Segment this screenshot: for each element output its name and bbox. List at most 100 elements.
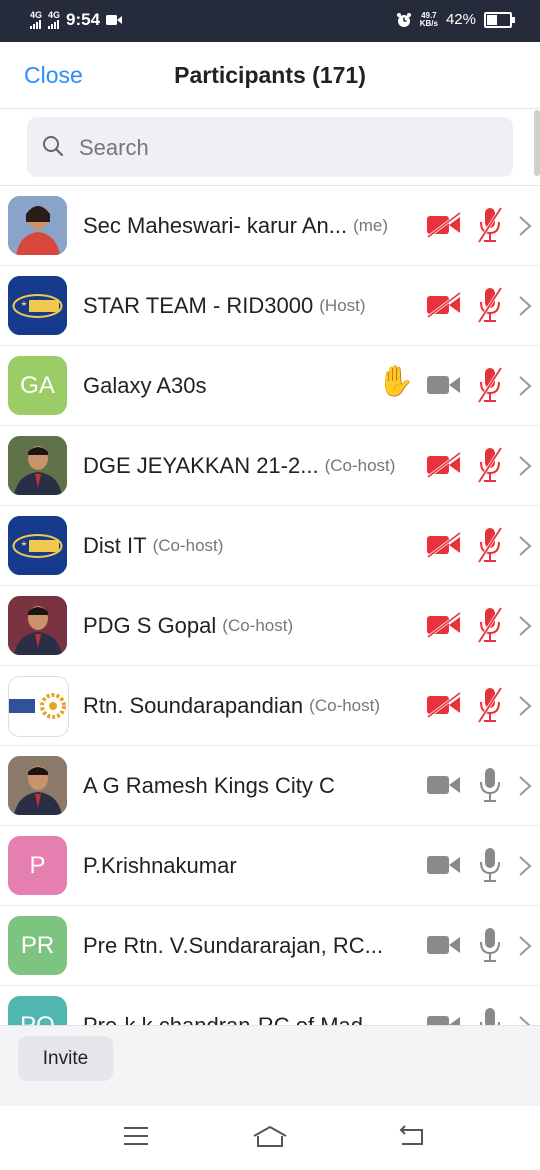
participant-row[interactable]: PR Pre Rtn. V.Sundararajan, RC...	[0, 906, 540, 986]
chevron-right-icon[interactable]	[518, 695, 532, 722]
participant-name-wrap: STAR TEAM - RID3000 (Host)	[83, 266, 413, 345]
participant-name: PDG S Gopal	[83, 612, 217, 638]
participant-name: DGE JEYAKKAN 21-2...	[83, 452, 319, 478]
video-camera-icon	[426, 852, 462, 883]
mic-muted-icon	[477, 686, 503, 729]
video-off-icon	[426, 451, 462, 483]
system-nav-bar	[0, 1106, 540, 1170]
participant-row[interactable]: GA Galaxy A30s ✋	[0, 346, 540, 426]
sim1-label: 4G	[30, 10, 43, 20]
signal-sim2-icon: 4G	[48, 11, 60, 29]
chevron-right-icon[interactable]	[518, 615, 532, 642]
participant-row[interactable]: P P.Krishnakumar	[0, 826, 540, 906]
avatar-initials: PR	[8, 916, 67, 975]
participant-name: Rtn. Soundarapandian	[83, 692, 304, 718]
microphone-icon	[477, 766, 503, 809]
avatar-initials: P	[8, 836, 67, 895]
participant-row[interactable]: DGE JEYAKKAN 21-2... (Co-host)	[0, 426, 540, 506]
home-icon[interactable]	[252, 1124, 288, 1150]
participant-name: Dist IT	[83, 532, 147, 558]
participant-name-wrap: Rtn. Soundarapandian (Co-host)	[83, 666, 413, 745]
search-box[interactable]	[27, 117, 513, 179]
participant-name-wrap: Galaxy A30s	[83, 346, 413, 425]
star-logo-icon	[8, 276, 67, 335]
sim2-label: 4G	[48, 10, 61, 20]
participant-name-wrap: DGE JEYAKKAN 21-2... (Co-host)	[83, 426, 413, 505]
participant-row[interactable]: STAR TEAM - RID3000 (Host)	[0, 266, 540, 346]
participant-row[interactable]: Sec Maheswari- karur An... (me)	[0, 186, 540, 266]
video-off-icon	[426, 531, 462, 563]
photo-man-icon	[8, 596, 67, 655]
participant-name: STAR TEAM - RID3000	[83, 292, 314, 318]
participant-name-wrap: Pre-k.k.chandran-RC of Mad...	[83, 986, 413, 1027]
status-bar: 4G 4G 9:54 49.7 KB/s 42%	[0, 0, 540, 42]
photo-man-icon	[8, 436, 67, 495]
video-camera-icon	[426, 372, 462, 403]
chevron-right-icon[interactable]	[518, 215, 532, 242]
menu-icon[interactable]	[122, 1124, 150, 1148]
participant-role: (Co-host)	[324, 455, 396, 475]
back-icon[interactable]	[398, 1124, 426, 1148]
star-logo-icon	[8, 516, 67, 575]
photo-man-icon	[8, 756, 67, 815]
signal-sim1-icon: 4G	[30, 11, 42, 29]
participant-name-wrap: Sec Maheswari- karur An... (me)	[83, 186, 413, 265]
microphone-icon	[477, 1006, 503, 1026]
participant-role: (Co-host)	[222, 615, 294, 635]
battery-icon	[484, 11, 515, 28]
participant-name: Galaxy A30s	[83, 372, 207, 398]
participant-list: Sec Maheswari- karur An... (me) STAR TEAM …	[0, 185, 540, 1026]
avatar-initials: P	[29, 851, 46, 879]
avatar-initials: GA	[20, 371, 55, 399]
participant-name-wrap: Dist IT (Co-host)	[83, 506, 413, 585]
participant-role: (me)	[353, 215, 389, 235]
mic-muted-icon	[477, 286, 503, 329]
participant-name-wrap: P.Krishnakumar	[83, 826, 413, 905]
participant-role: (Host)	[319, 295, 366, 315]
chevron-right-icon[interactable]	[518, 855, 532, 882]
participant-role: (Co-host)	[309, 695, 381, 715]
scrollbar-thumb[interactable]	[534, 110, 540, 176]
microphone-icon	[477, 846, 503, 889]
status-right: 49.7 KB/s 42%	[396, 11, 515, 28]
battery-percent: 42%	[445, 11, 476, 28]
video-off-icon	[426, 611, 462, 643]
page-title: Participants (171)	[174, 62, 366, 88]
chevron-right-icon[interactable]	[518, 295, 532, 322]
chevron-right-icon[interactable]	[518, 935, 532, 962]
mic-muted-icon	[477, 206, 503, 249]
clock: 9:54	[66, 10, 101, 29]
participant-row[interactable]: PDG S Gopal (Co-host)	[0, 586, 540, 666]
participant-row[interactable]: Dist IT (Co-host)	[0, 506, 540, 586]
search-input[interactable]	[77, 117, 501, 179]
photo-woman-icon	[8, 196, 67, 255]
participant-name: Sec Maheswari- karur An...	[83, 212, 348, 238]
chevron-right-icon[interactable]	[518, 455, 532, 482]
avatar-initials: PO	[20, 1011, 55, 1027]
raised-hand-icon: ✋	[377, 365, 415, 398]
invite-button[interactable]: Invite	[18, 1036, 113, 1081]
avatar-initials: PR	[20, 931, 55, 959]
chevron-right-icon[interactable]	[518, 775, 532, 802]
participant-name-wrap: PDG S Gopal (Co-host)	[83, 586, 413, 665]
mic-muted-icon	[477, 526, 503, 569]
video-recording-icon	[106, 15, 123, 25]
video-camera-icon	[426, 932, 462, 963]
participant-row[interactable]: Rtn. Soundarapandian (Co-host)	[0, 666, 540, 746]
participant-row[interactable]: PO Pre-k.k.chandran-RC of Mad...	[0, 986, 540, 1026]
participant-name-wrap: A G Ramesh Kings City C	[83, 746, 413, 825]
chevron-right-icon[interactable]	[518, 375, 532, 402]
alarm-clock-icon	[396, 12, 411, 27]
rotary-logo-icon	[8, 676, 69, 737]
chevron-right-icon[interactable]	[518, 535, 532, 562]
participant-name: Pre-k.k.chandran-RC of Mad...	[83, 1012, 382, 1027]
microphone-icon	[477, 926, 503, 969]
net-speed-unit: KB/s	[419, 18, 438, 28]
participant-row[interactable]: A G Ramesh Kings City C	[0, 746, 540, 826]
bottom-bar: Invite	[0, 1025, 540, 1106]
video-camera-icon	[426, 772, 462, 803]
avatar-initials: GA	[8, 356, 67, 415]
participant-name: Pre Rtn. V.Sundararajan, RC...	[83, 932, 384, 958]
mic-muted-icon	[477, 446, 503, 489]
mic-muted-icon	[477, 366, 503, 409]
